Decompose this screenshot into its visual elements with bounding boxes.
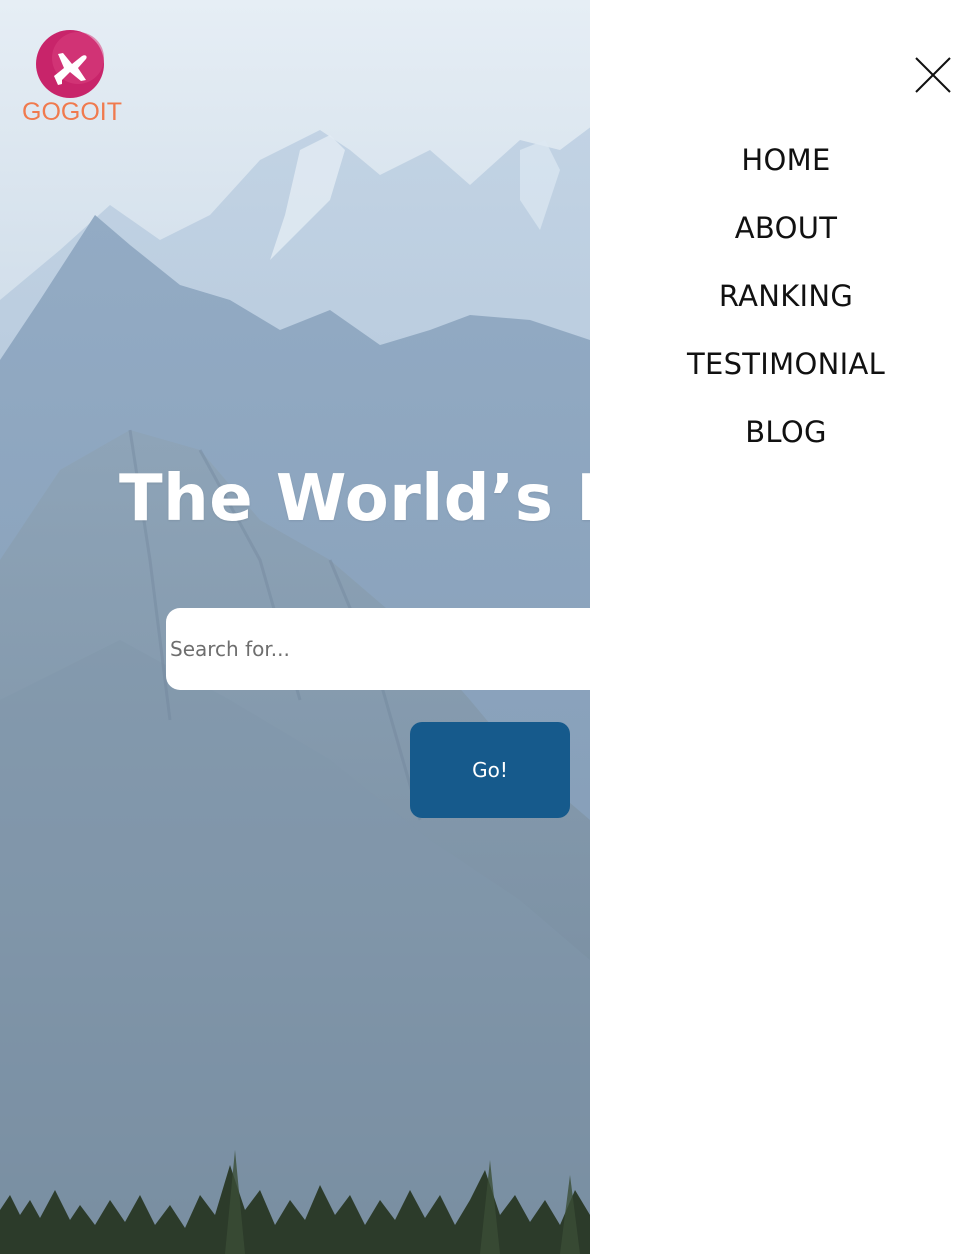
nav-item-ranking[interactable]: RANKING (590, 272, 964, 340)
nav-item-testimonial[interactable]: TESTIMONIAL (590, 340, 964, 408)
brand-name: GOGOIT (22, 98, 122, 126)
hero-title: The World’s Be (119, 462, 670, 536)
side-nav-panel: HOME ABOUT RANKING TESTIMONIAL BLOG (590, 0, 964, 1254)
nav-item-home[interactable]: HOME (590, 136, 964, 204)
nav-item-about[interactable]: ABOUT (590, 204, 964, 272)
plane-in-circle-icon (36, 30, 104, 98)
brand-logo[interactable]: GOGOIT (20, 28, 122, 128)
close-icon[interactable] (914, 56, 952, 94)
page: GOGOIT The World’s Be Go! HOME ABOUT RAN… (0, 0, 964, 1254)
go-button[interactable]: Go! (410, 722, 570, 818)
side-nav-list: HOME ABOUT RANKING TESTIMONIAL BLOG (590, 136, 964, 476)
nav-item-blog[interactable]: BLOG (590, 408, 964, 476)
